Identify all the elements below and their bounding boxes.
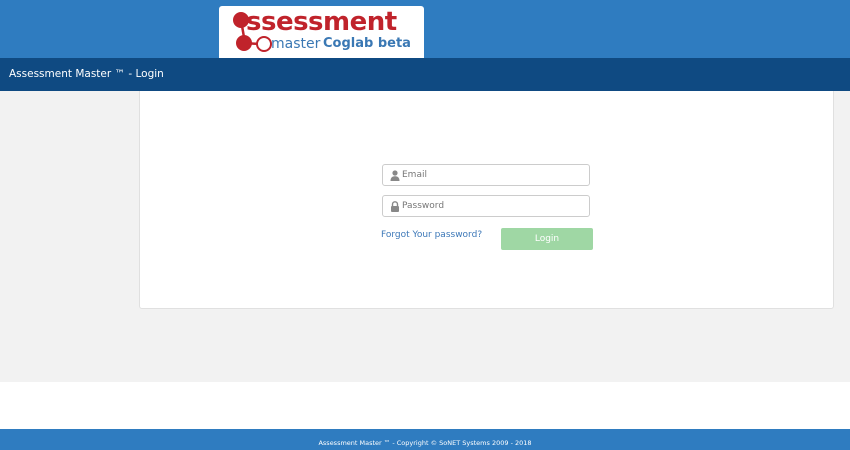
user-icon xyxy=(390,170,400,181)
password-field[interactable] xyxy=(382,195,590,217)
password-input[interactable] xyxy=(402,196,587,216)
logo-wordmark: ssessment xyxy=(246,7,397,37)
email-input[interactable] xyxy=(402,165,587,185)
logo-subtitle: Coglab beta xyxy=(323,36,411,51)
login-button[interactable]: Login xyxy=(501,228,593,250)
title-bar: Assessment Master ™ - Login xyxy=(0,58,850,91)
footer: Assessment Master ™ - Copyright © SoNET … xyxy=(0,429,850,450)
lock-icon xyxy=(391,201,399,212)
top-header-band xyxy=(0,0,850,58)
app-logo: ssessment master Coglab beta xyxy=(219,6,424,59)
logo-master-text: master xyxy=(271,36,321,52)
email-field[interactable] xyxy=(382,164,590,186)
page-title: Assessment Master ™ - Login xyxy=(9,68,164,80)
footer-copyright: Assessment Master ™ - Copyright © SoNET … xyxy=(318,439,532,447)
forgot-password-link[interactable]: Forgot Your password? xyxy=(381,229,482,241)
